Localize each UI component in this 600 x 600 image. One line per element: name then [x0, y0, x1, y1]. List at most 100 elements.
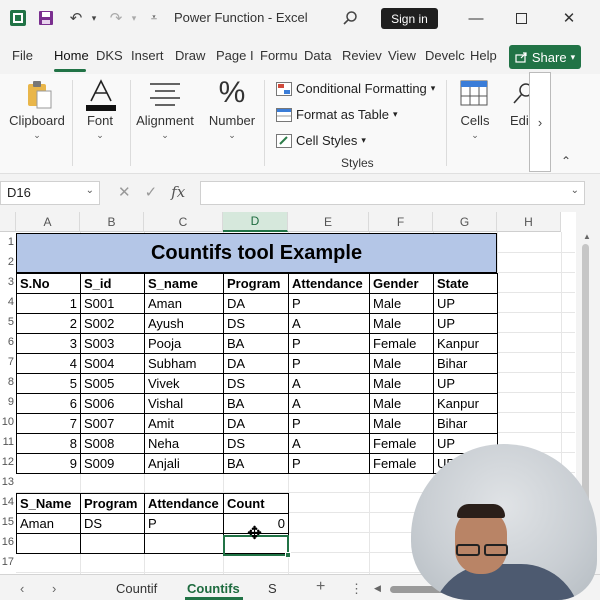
cell-styles-button[interactable]: Cell Styles ▾ [276, 133, 366, 148]
table-cell[interactable]: S006 [80, 393, 145, 414]
undo-dropdown-icon[interactable]: ▾ [84, 8, 104, 28]
column-header-h[interactable]: H [497, 212, 561, 232]
clipboard-group[interactable]: Clipboard ⌄ [2, 74, 72, 174]
row-header[interactable]: 10 [0, 416, 16, 428]
empty-criteria-cell[interactable] [80, 533, 145, 554]
table-cell[interactable]: 7 [16, 413, 81, 434]
table-cell[interactable]: Anjali [144, 453, 224, 474]
column-header-g[interactable]: G [433, 212, 497, 232]
row-header[interactable]: 1 [0, 236, 16, 248]
font-group[interactable]: Font ⌄ [74, 74, 126, 174]
table-cell[interactable]: Vishal [144, 393, 224, 414]
table-cell[interactable]: Female [369, 433, 434, 454]
table-cell[interactable]: 1 [16, 293, 81, 314]
format-as-table-button[interactable]: Format as Table ▾ [276, 107, 398, 122]
tab-home[interactable]: Home [54, 48, 89, 63]
table-cell[interactable]: A [288, 373, 370, 394]
customize-toolbar-icon[interactable]: ⩡ [144, 8, 164, 28]
redo-icon[interactable]: ↷ [106, 8, 126, 28]
fill-handle[interactable] [285, 552, 291, 558]
sheet-tab-countifs[interactable]: Countifs [187, 581, 240, 596]
table-cell[interactable]: P [288, 413, 370, 434]
tab-formulas[interactable]: Formu [260, 48, 298, 63]
column-header-a[interactable]: A [16, 212, 80, 232]
sheet-title-cell[interactable]: Countifs tool Example [16, 233, 497, 273]
table-cell[interactable]: Bihar [433, 413, 498, 434]
row-header[interactable]: 9 [0, 396, 16, 408]
tab-insert[interactable]: Insert [131, 48, 164, 63]
select-all-corner[interactable] [0, 212, 16, 232]
table-cell[interactable]: 5 [16, 373, 81, 394]
table-cell[interactable]: 3 [16, 333, 81, 354]
table-header-cell[interactable]: State [433, 273, 498, 294]
row-header[interactable]: 4 [0, 296, 16, 308]
row-header[interactable]: 2 [0, 256, 16, 268]
scroll-left-icon[interactable]: ◀ [374, 583, 381, 594]
table-cell[interactable]: Aman [144, 293, 224, 314]
add-sheet-icon[interactable]: + [316, 578, 325, 596]
column-header-d[interactable]: D [223, 212, 288, 232]
table-cell[interactable]: 4 [16, 353, 81, 374]
search-icon[interactable] [340, 8, 360, 28]
table-cell[interactable]: S001 [80, 293, 145, 314]
criteria-header-cell[interactable]: Program [80, 493, 145, 514]
row-header[interactable]: 11 [0, 436, 16, 448]
criteria-cell[interactable]: P [144, 513, 224, 534]
table-header-cell[interactable]: Attendance [288, 273, 370, 294]
tab-dks[interactable]: DKS [96, 48, 123, 63]
undo-icon[interactable]: ↶ [66, 8, 86, 28]
table-header-cell[interactable]: S_name [144, 273, 224, 294]
criteria-cell[interactable]: Aman [16, 513, 81, 534]
row-header[interactable]: 15 [0, 516, 16, 528]
table-cell[interactable]: Male [369, 393, 434, 414]
row-header[interactable]: 16 [0, 536, 16, 548]
table-cell[interactable]: S003 [80, 333, 145, 354]
prev-sheet-icon[interactable]: ‹ [20, 581, 24, 596]
table-cell[interactable]: S005 [80, 373, 145, 394]
table-header-cell[interactable]: Program [223, 273, 289, 294]
table-cell[interactable]: Male [369, 313, 434, 334]
tab-review[interactable]: Reviev [342, 48, 382, 63]
criteria-header-cell[interactable]: Count [223, 493, 289, 514]
table-cell[interactable]: P [288, 293, 370, 314]
table-header-cell[interactable]: S_id [80, 273, 145, 294]
table-cell[interactable]: Kanpur [433, 393, 498, 414]
minimize-icon[interactable]: — [466, 8, 486, 28]
column-header-f[interactable]: F [369, 212, 433, 232]
table-cell[interactable]: Amit [144, 413, 224, 434]
next-sheet-icon[interactable]: › [52, 581, 56, 596]
more-options-icon[interactable]: ⋮ [350, 581, 363, 597]
table-cell[interactable]: 6 [16, 393, 81, 414]
table-cell[interactable]: S008 [80, 433, 145, 454]
table-cell[interactable]: UP [433, 293, 498, 314]
row-header[interactable]: 14 [0, 496, 16, 508]
column-header-e[interactable]: E [288, 212, 369, 232]
ribbon-scroll-right-button[interactable]: › [529, 72, 551, 172]
save-icon[interactable] [36, 8, 56, 28]
cancel-icon[interactable]: ✕ [118, 183, 131, 201]
table-cell[interactable]: Male [369, 353, 434, 374]
row-header[interactable]: 8 [0, 376, 16, 388]
table-cell[interactable]: DS [223, 433, 289, 454]
row-header[interactable]: 17 [0, 556, 16, 568]
table-header-cell[interactable]: S.No [16, 273, 81, 294]
row-header[interactable]: 6 [0, 336, 16, 348]
table-cell[interactable]: Subham [144, 353, 224, 374]
tab-data[interactable]: Data [304, 48, 331, 63]
table-cell[interactable]: A [288, 313, 370, 334]
table-cell[interactable]: DA [223, 353, 289, 374]
share-button[interactable]: Share ▾ [509, 45, 581, 69]
table-cell[interactable]: BA [223, 333, 289, 354]
criteria-header-cell[interactable]: S_Name [16, 493, 81, 514]
table-cell[interactable]: DS [223, 373, 289, 394]
table-cell[interactable]: 9 [16, 453, 81, 474]
table-cell[interactable]: S009 [80, 453, 145, 474]
row-header[interactable]: 13 [0, 476, 16, 488]
table-cell[interactable]: Male [369, 413, 434, 434]
table-cell[interactable]: P [288, 353, 370, 374]
tab-page-layout[interactable]: Page I [216, 48, 254, 63]
table-cell[interactable]: S007 [80, 413, 145, 434]
column-header-c[interactable]: C [144, 212, 223, 232]
tab-file[interactable]: File [12, 48, 33, 63]
table-cell[interactable]: Female [369, 333, 434, 354]
